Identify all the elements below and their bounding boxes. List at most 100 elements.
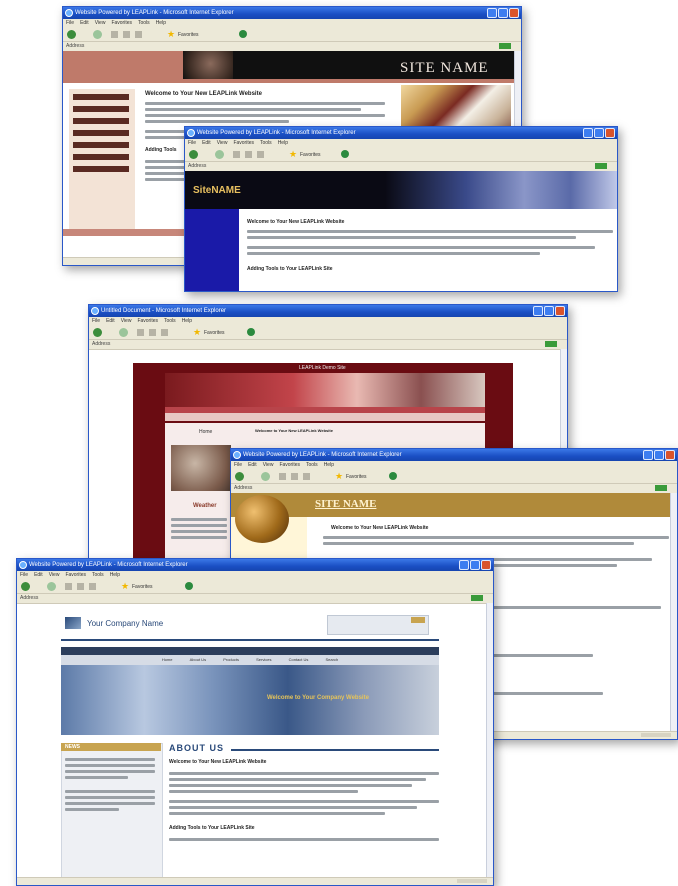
maximize-button[interactable] [470, 560, 480, 570]
nav-item[interactable] [73, 142, 129, 148]
menu-edit[interactable]: Edit [80, 20, 89, 26]
title-bar[interactable]: Website Powered by LEAPLink - Microsoft … [17, 559, 493, 571]
login-button[interactable] [411, 617, 425, 623]
nav-about-us[interactable]: About Us [190, 657, 206, 662]
menu-view[interactable]: View [263, 462, 274, 468]
refresh-icon[interactable] [245, 151, 252, 158]
maximize-button[interactable] [544, 306, 554, 316]
refresh-icon[interactable] [77, 583, 84, 590]
nav-item[interactable] [73, 106, 129, 112]
menu-help[interactable]: Help [278, 140, 288, 146]
favorites-button-label[interactable]: Favorites [132, 584, 153, 590]
media-icon[interactable] [389, 472, 397, 480]
menu-favorites[interactable]: Favorites [65, 572, 86, 578]
go-button[interactable] [471, 595, 483, 601]
minimize-button[interactable] [583, 128, 593, 138]
refresh-icon[interactable] [123, 31, 130, 38]
maximize-button[interactable] [594, 128, 604, 138]
favorites-button-label[interactable]: Favorites [178, 32, 199, 38]
menu-favorites[interactable]: Favorites [111, 20, 132, 26]
menu-tools[interactable]: Tools [306, 462, 318, 468]
menu-file[interactable]: File [234, 462, 242, 468]
favorites-button-label[interactable]: Favorites [300, 152, 321, 158]
menu-help[interactable]: Help [182, 318, 192, 324]
scrollbar[interactable] [670, 493, 677, 731]
go-button[interactable] [499, 43, 511, 49]
home-icon[interactable] [257, 151, 264, 158]
menu-view[interactable]: View [95, 20, 106, 26]
menu-help[interactable]: Help [110, 572, 120, 578]
nav-products[interactable]: Products [223, 657, 239, 662]
maximize-button[interactable] [498, 8, 508, 18]
refresh-icon[interactable] [149, 329, 156, 336]
minimize-button[interactable] [533, 306, 543, 316]
nav-home[interactable]: Home [199, 429, 212, 435]
menu-favorites[interactable]: Favorites [137, 318, 158, 324]
title-bar[interactable]: Untitled Document - Microsoft Internet E… [89, 305, 567, 317]
scrollbar[interactable] [486, 603, 493, 877]
back-icon[interactable] [21, 582, 30, 591]
minimize-button[interactable] [459, 560, 469, 570]
menu-view[interactable]: View [121, 318, 132, 324]
favorites-star-icon[interactable]: ★ [335, 472, 343, 481]
back-icon[interactable] [67, 30, 76, 39]
go-button[interactable] [655, 485, 667, 491]
favorites-star-icon[interactable]: ★ [167, 30, 175, 39]
close-button[interactable] [605, 128, 615, 138]
refresh-icon[interactable] [291, 473, 298, 480]
close-button[interactable] [509, 8, 519, 18]
menu-favorites[interactable]: Favorites [233, 140, 254, 146]
menu-tools[interactable]: Tools [92, 572, 104, 578]
minimize-button[interactable] [487, 8, 497, 18]
menu-view[interactable]: View [217, 140, 228, 146]
forward-icon[interactable] [261, 472, 270, 481]
stop-icon[interactable] [137, 329, 144, 336]
nav-search[interactable]: Search [326, 657, 339, 662]
back-icon[interactable] [93, 328, 102, 337]
media-icon[interactable] [239, 30, 247, 38]
menu-help[interactable]: Help [156, 20, 166, 26]
nav-item[interactable] [73, 154, 129, 160]
forward-icon[interactable] [119, 328, 128, 337]
back-icon[interactable] [189, 150, 198, 159]
home-icon[interactable] [161, 329, 168, 336]
close-button[interactable] [665, 450, 675, 460]
nav-item[interactable] [73, 94, 129, 100]
media-icon[interactable] [185, 582, 193, 590]
home-icon[interactable] [135, 31, 142, 38]
nav-item[interactable] [73, 118, 129, 124]
forward-icon[interactable] [215, 150, 224, 159]
forward-icon[interactable] [47, 582, 56, 591]
menu-tools[interactable]: Tools [164, 318, 176, 324]
home-icon[interactable] [303, 473, 310, 480]
go-button[interactable] [545, 341, 557, 347]
favorites-star-icon[interactable]: ★ [121, 582, 129, 591]
stop-icon[interactable] [65, 583, 72, 590]
favorites-button-label[interactable]: Favorites [346, 474, 367, 480]
nav-services[interactable]: Services [256, 657, 271, 662]
minimize-button[interactable] [643, 450, 653, 460]
stop-icon[interactable] [233, 151, 240, 158]
nav-home[interactable]: Home [162, 657, 173, 662]
nav-contact-us[interactable]: Contact Us [289, 657, 309, 662]
menu-view[interactable]: View [49, 572, 60, 578]
back-icon[interactable] [235, 472, 244, 481]
favorites-button-label[interactable]: Favorites [204, 330, 225, 336]
stop-icon[interactable] [111, 31, 118, 38]
menu-tools[interactable]: Tools [138, 20, 150, 26]
title-bar[interactable]: Website Powered by LEAPLink - Microsoft … [185, 127, 617, 139]
forward-icon[interactable] [93, 30, 102, 39]
menu-file[interactable]: File [66, 20, 74, 26]
menu-file[interactable]: File [20, 572, 28, 578]
menu-edit[interactable]: Edit [248, 462, 257, 468]
media-icon[interactable] [341, 150, 349, 158]
media-icon[interactable] [247, 328, 255, 336]
close-button[interactable] [481, 560, 491, 570]
menu-help[interactable]: Help [324, 462, 334, 468]
home-icon[interactable] [89, 583, 96, 590]
menu-tools[interactable]: Tools [260, 140, 272, 146]
menu-file[interactable]: File [188, 140, 196, 146]
maximize-button[interactable] [654, 450, 664, 460]
nav-item[interactable] [73, 130, 129, 136]
nav-item[interactable] [73, 166, 129, 172]
